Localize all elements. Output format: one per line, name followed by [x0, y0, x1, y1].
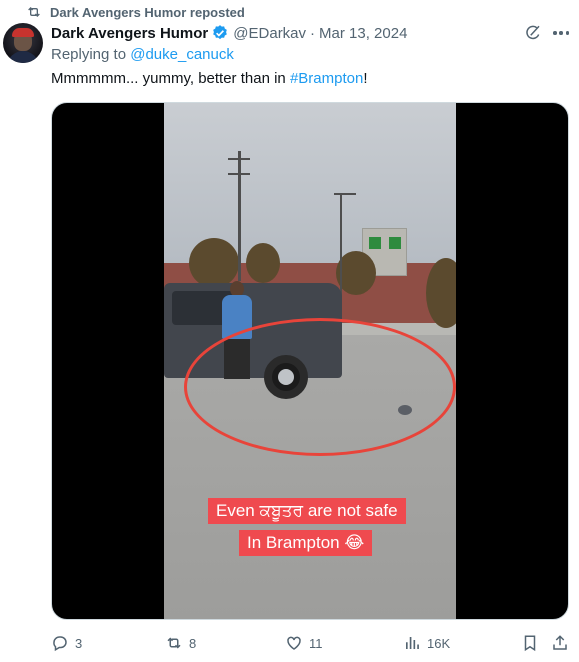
video-media[interactable]: Even ਕਬੂਤਰ are not safe In Brampton 😂 [51, 102, 569, 620]
repost-button[interactable]: 8 [165, 632, 196, 654]
tweet-text-before: Mmmmmm... yummy, better than in [51, 70, 290, 87]
tweet-date[interactable]: Mar 13, 2024 [319, 25, 407, 42]
avatar[interactable] [3, 23, 43, 63]
more-options-icon[interactable] [553, 26, 569, 40]
repost-indicator[interactable]: Dark Avengers Humor reposted [26, 3, 245, 21]
handle[interactable]: @EDarkav [233, 25, 306, 42]
like-count: 11 [309, 635, 323, 651]
separator-dot: · [310, 24, 316, 42]
bookmark-icon [524, 635, 536, 652]
reply-count: 3 [75, 635, 83, 651]
repost-icon [28, 7, 40, 17]
highlight-circle [184, 318, 456, 456]
repost-icon [167, 637, 181, 649]
views-button[interactable]: 16K [403, 632, 450, 654]
video-caption-2: In Brampton 😂 [239, 530, 373, 556]
replying-prefix: Replying to [51, 46, 131, 63]
repost-label: Dark Avengers Humor reposted [50, 4, 245, 20]
tweet-header: Dark Avengers Humor @EDarkav · Mar 13, 2… [51, 23, 407, 43]
heart-icon [287, 636, 301, 650]
display-name[interactable]: Dark Avengers Humor [51, 25, 208, 42]
tweet-text: Mmmmmm... yummy, better than in #Brampto… [51, 70, 367, 87]
repost-count: 8 [189, 635, 197, 651]
grok-icon[interactable] [524, 24, 542, 42]
view-count: 16K [427, 635, 451, 651]
reply-button[interactable]: 3 [51, 632, 82, 654]
hashtag-link[interactable]: #Brampton [290, 70, 363, 87]
bookmark-button[interactable] [521, 632, 539, 654]
share-icon [553, 635, 567, 650]
verified-badge-icon[interactable] [211, 24, 229, 42]
replying-to-line: Replying to @duke_canuck [51, 46, 234, 63]
analytics-icon [406, 637, 419, 649]
mention-link[interactable]: @duke_canuck [130, 46, 234, 63]
tweet-text-after: ! [363, 70, 368, 87]
video-frame[interactable]: Even ਕਬੂਤਰ are not safe In Brampton 😂 [164, 103, 456, 619]
video-caption-1: Even ਕਬੂਤਰ are not safe [208, 498, 406, 524]
reply-icon [53, 636, 67, 652]
action-bar: 3 8 11 16K [51, 632, 569, 654]
share-button[interactable] [551, 632, 569, 654]
like-button[interactable]: 11 [285, 632, 323, 654]
